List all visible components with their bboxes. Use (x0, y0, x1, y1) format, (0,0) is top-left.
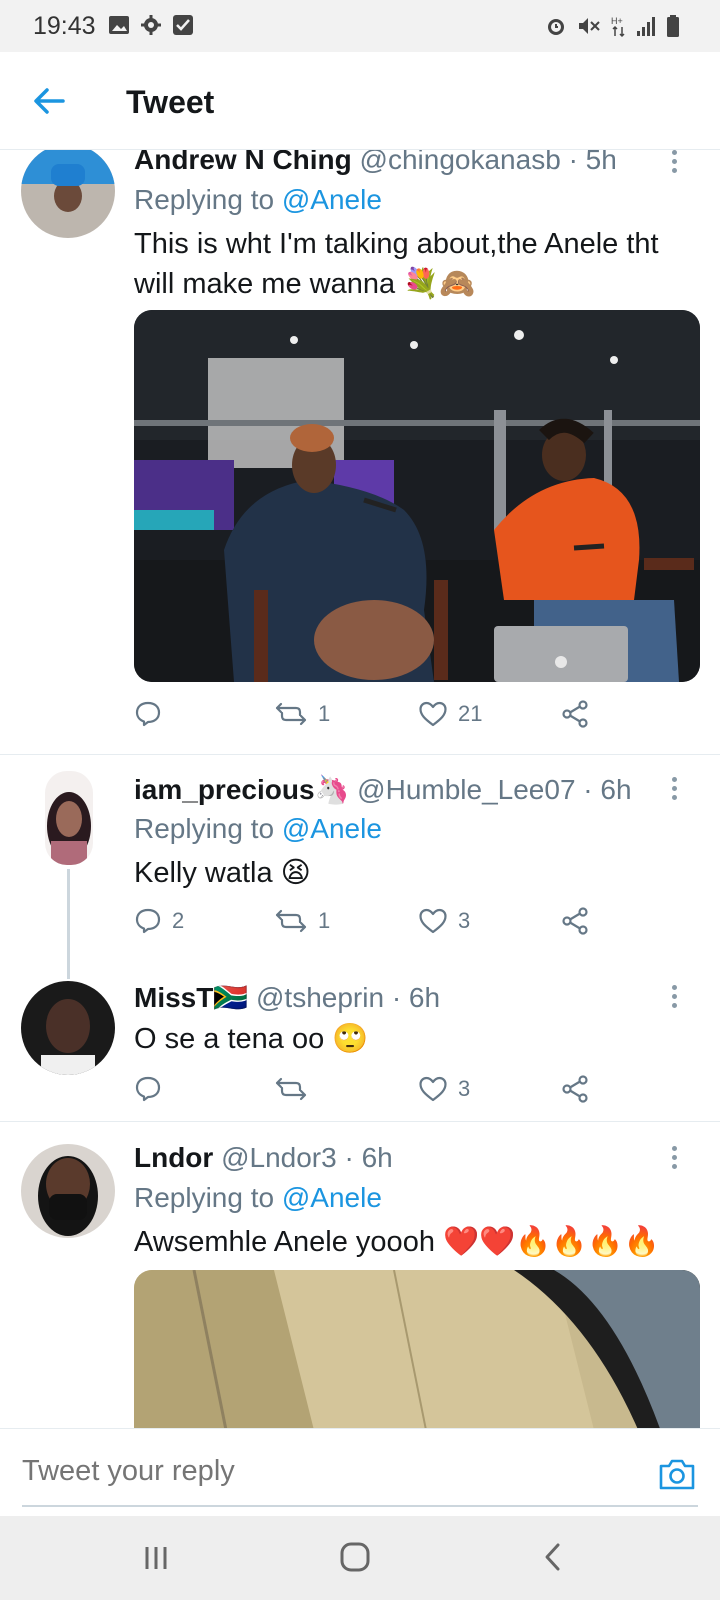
status-bar: 19:43 H+ (0, 0, 720, 52)
share-button[interactable] (560, 907, 590, 935)
tweet-time: · 6h (391, 982, 441, 1013)
tweet-actions: 3 (134, 1075, 614, 1111)
retweet-icon (275, 702, 307, 726)
arrow-left-icon[interactable] (30, 82, 68, 120)
battery-icon (667, 15, 679, 37)
like-count: 21 (458, 701, 483, 726)
author-name[interactable]: Lndor (134, 1142, 213, 1173)
retweet-count: 1 (318, 701, 331, 726)
author-handle[interactable]: @Humble_Lee07 (357, 774, 575, 805)
tweet-text: Awsemhle Anele yoooh ❤️❤️🔥🔥🔥🔥 (134, 1226, 660, 1258)
replying-mention[interactable]: @Anele (282, 813, 382, 844)
share-button[interactable] (560, 1075, 590, 1103)
tweet-time: · 5h (568, 150, 617, 175)
tweet-card[interactable]: Andrew N Ching @chingokanasb · 5h Replyi… (0, 150, 720, 752)
avatar[interactable] (21, 150, 115, 238)
replying-label: Replying to (134, 184, 275, 215)
reply-composer (0, 1428, 720, 1516)
tweet-text: This is wht I'm talking about,the Anele … (134, 228, 659, 300)
tweet-text: Kelly watla 😫 (134, 857, 311, 889)
author-handle[interactable]: @Lndor3 (221, 1142, 337, 1173)
more-options-icon[interactable] (670, 150, 678, 176)
tweet-actions: 1 21 (134, 700, 614, 736)
like-button[interactable]: 21 (418, 700, 482, 728)
like-count: 3 (458, 1076, 471, 1101)
tweet-card[interactable]: Lndor @Lndor3 · 6h Replying to @Anele Aw… (0, 1122, 720, 1428)
recent-apps-icon[interactable] (140, 1542, 172, 1574)
author-name[interactable]: MissT🇿🇦 (134, 982, 248, 1013)
reply-icon (135, 1076, 161, 1102)
home-icon[interactable] (338, 1540, 372, 1574)
share-icon (562, 700, 588, 728)
retweet-button[interactable]: 1 (274, 700, 330, 728)
reply-input[interactable] (22, 1455, 582, 1488)
page-title: Tweet (126, 84, 215, 120)
retweet-icon (275, 909, 307, 933)
camera-icon[interactable] (658, 1457, 696, 1491)
alarm-icon (548, 19, 564, 35)
reply-button[interactable]: 2 (134, 907, 184, 935)
avatar[interactable] (21, 1144, 115, 1238)
replying-mention[interactable]: @Anele (282, 1182, 382, 1213)
svg-text:H+: H+ (611, 16, 623, 26)
status-time: 19:43 (33, 12, 96, 40)
replying-label: Replying to (134, 813, 275, 844)
author-handle[interactable]: @tsheprin (256, 982, 384, 1013)
like-button[interactable]: 3 (418, 1075, 470, 1103)
tweet-time: · 6h (344, 1142, 393, 1173)
reply-button[interactable] (134, 1075, 172, 1103)
like-count: 3 (458, 908, 471, 933)
checkbox-icon (173, 15, 193, 35)
mute-icon (579, 18, 600, 34)
like-button[interactable]: 3 (418, 907, 470, 935)
replying-mention[interactable]: @Anele (282, 184, 382, 215)
thread-line (67, 869, 70, 979)
data-icon: H+ (611, 16, 625, 38)
retweet-count: 1 (318, 908, 331, 933)
retweet-button[interactable] (274, 1075, 318, 1103)
avatar[interactable] (45, 771, 93, 865)
tweet-card[interactable]: MissT🇿🇦 @tsheprin · 6h O se a tena oo 🙄 … (0, 967, 720, 1121)
more-options-icon[interactable] (670, 777, 678, 803)
tweet-actions: 2 1 3 (134, 907, 614, 943)
top-app-bar: Tweet (0, 52, 720, 150)
reply-underline (22, 1505, 698, 1507)
retweet-icon (275, 1077, 307, 1101)
heart-icon (419, 701, 447, 727)
heart-icon (419, 1076, 447, 1102)
gear-icon (141, 15, 161, 35)
reply-button[interactable] (134, 700, 172, 728)
author-name[interactable]: iam_precious🦄 (134, 774, 349, 805)
author-handle[interactable]: @chingokanasb (360, 150, 561, 175)
tweet-time: · 6h (583, 774, 632, 805)
tweet-text: O se a tena oo 🙄 (134, 1023, 369, 1055)
more-options-icon[interactable] (670, 985, 678, 1011)
retweet-button[interactable]: 1 (274, 907, 330, 935)
reply-feed[interactable]: Andrew N Ching @chingokanasb · 5h Replyi… (0, 150, 720, 1428)
tweet-photo[interactable] (134, 1270, 700, 1428)
signal-icon (637, 17, 655, 36)
tweet-card[interactable]: iam_precious🦄 @Humble_Lee07 · 6h Replyin… (0, 755, 720, 979)
avatar[interactable] (21, 981, 115, 1075)
reply-icon (135, 701, 161, 727)
replying-label: Replying to (134, 1182, 275, 1213)
reply-icon (135, 908, 161, 934)
reply-count: 2 (172, 908, 185, 933)
tweet-photo[interactable] (134, 310, 700, 682)
heart-icon (419, 908, 447, 934)
share-icon (562, 1075, 588, 1103)
share-button[interactable] (560, 700, 590, 728)
author-name[interactable]: Andrew N Ching (134, 150, 352, 175)
system-nav-bar (0, 1516, 720, 1600)
back-icon[interactable] (538, 1540, 568, 1574)
image-icon (109, 16, 129, 34)
more-options-icon[interactable] (670, 1146, 678, 1172)
share-icon (562, 907, 588, 935)
